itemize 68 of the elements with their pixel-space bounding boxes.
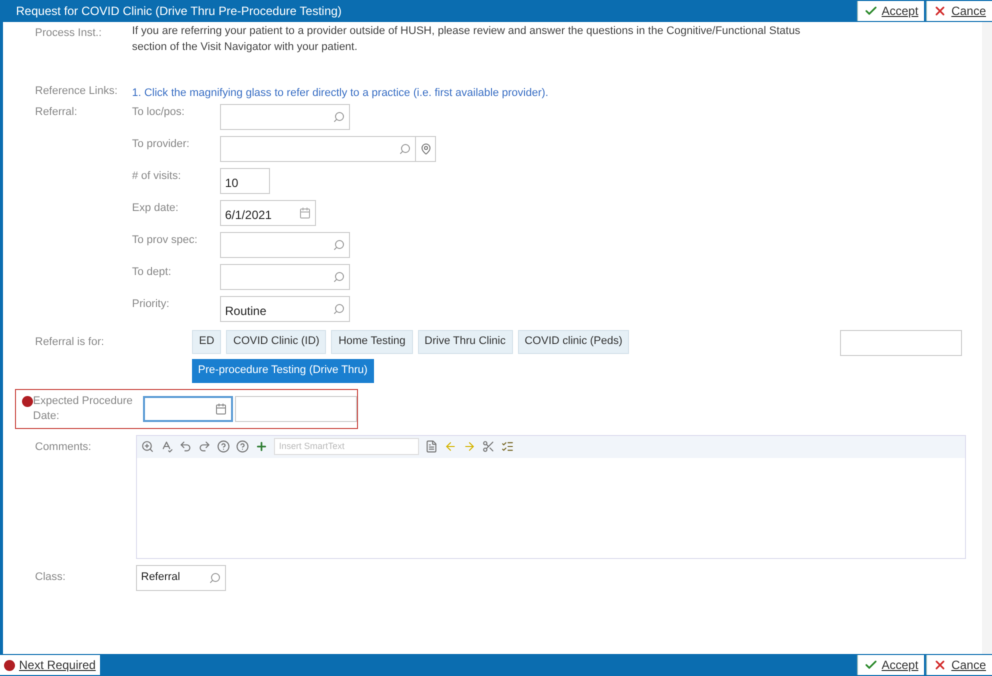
field-label: Referral is for: [35,334,106,350]
next-required-button[interactable]: Next Required [0,655,100,675]
input-field[interactable] [220,136,416,162]
field-label: Process Inst.: [35,26,103,41]
input-field[interactable] [220,232,350,258]
document-icon[interactable] [425,440,438,453]
input-field[interactable]: 6/1/2021 [220,200,316,226]
field-label: To provider: [132,136,190,152]
arrow-right-icon[interactable] [463,440,476,453]
search-icon[interactable] [399,142,411,154]
option-button[interactable]: ED [192,330,222,354]
help-icon[interactable] [217,440,230,453]
input-field[interactable] [840,330,962,356]
calendar-icon[interactable] [299,206,311,218]
search-icon[interactable] [333,302,345,314]
field-label: Referral: [35,104,78,120]
cancel-button[interactable]: Cance [926,655,992,675]
input-field[interactable]: Referral [136,564,226,590]
option-button[interactable]: COVID clinic (Peds) [518,330,630,354]
map-pin-icon [420,142,432,154]
field-label: Reference Links: [35,85,119,99]
option-button[interactable]: Home Testing [331,330,413,354]
field-label: Comments: [35,440,92,454]
field-label: Class: [35,570,67,586]
alert-icon [22,396,33,406]
close-icon [933,658,948,672]
search-icon[interactable] [333,270,345,282]
instruction-text: If you are referring your patient to a provider outside of HUSH, please review and answer the questions in the Cognitive/Functional Status [132,24,800,39]
search-icon[interactable] [333,238,345,250]
option-button[interactable]: Pre-procedure Testing (Drive Thru) [192,358,374,382]
window-title: Request for COVID Clinic (Drive Thru Pre-Procedure Testing) [16,3,342,20]
check-icon [864,658,878,672]
field-label: To dept: [132,264,172,280]
scissors-icon[interactable] [482,440,495,453]
field-label: Expected Procedure Date: [33,394,134,424]
close-icon [933,4,948,18]
check-icon [864,4,878,18]
map-pin-button[interactable] [416,136,436,162]
accept-button[interactable]: Accept [856,1,924,21]
redo-icon[interactable] [198,440,211,453]
date-field[interactable] [143,396,233,422]
cancel-button[interactable]: Cance [926,1,992,21]
search-icon[interactable] [333,110,345,122]
search-icon[interactable] [209,572,221,584]
instruction-text: section of the Visit Navigator with your patient. [132,40,358,55]
list-icon[interactable] [501,440,514,453]
spellcheck-icon[interactable] [160,440,173,453]
help-icon[interactable] [236,440,249,453]
field-label: Priority: [132,296,170,312]
field-label: Exp date: [132,200,180,216]
input-field[interactable]: Routine [220,296,350,322]
input-field[interactable]: 10 [220,168,270,194]
input-field[interactable] [220,264,350,290]
field-label: To loc/pos: [132,104,186,120]
arrow-left-icon[interactable] [444,440,457,453]
alert-icon [4,660,15,670]
calendar-icon[interactable] [215,402,227,414]
input-field[interactable] [220,104,350,130]
field-label: To prov spec: [132,232,198,248]
field-label: # of visits: [132,168,182,184]
input-field[interactable] [235,396,357,422]
add-icon[interactable] [255,440,268,453]
accept-button[interactable]: Accept [856,655,924,675]
option-button[interactable]: Drive Thru Clinic [418,330,513,354]
zoom-icon[interactable] [141,440,154,453]
reference-link[interactable]: 1. Click the magnifying glass to refer directly to a practice (i.e. first available provider). [132,85,548,102]
undo-icon[interactable] [179,440,192,453]
option-button[interactable]: COVID Clinic (ID) [226,330,326,354]
